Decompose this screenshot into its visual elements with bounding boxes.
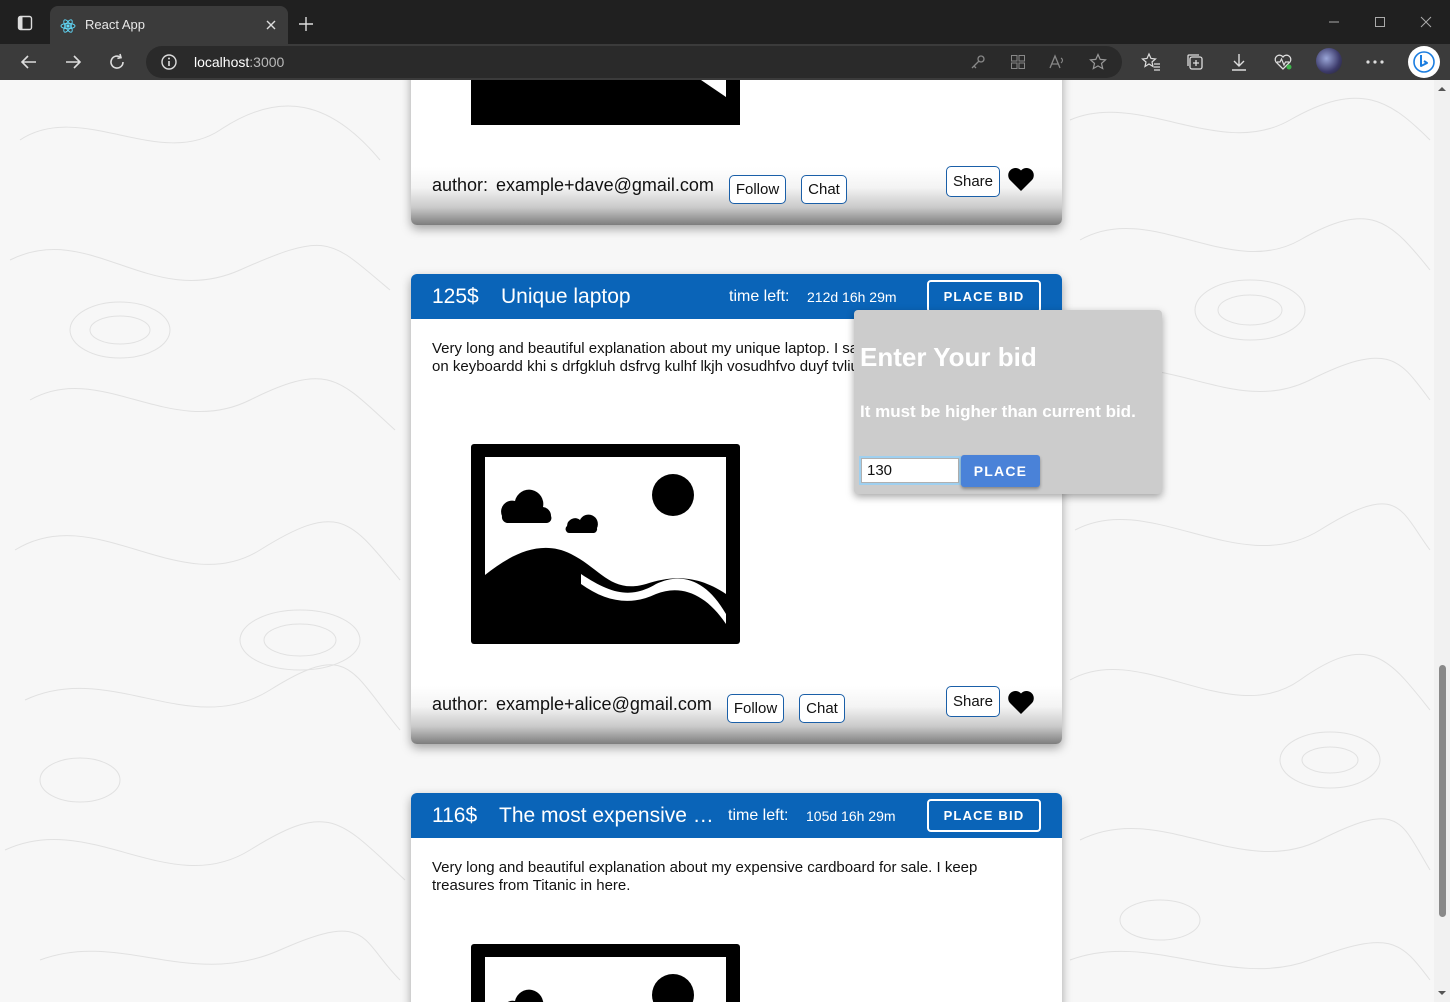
like-heart-icon[interactable] — [1007, 689, 1035, 715]
address-host: localhost — [194, 54, 250, 70]
like-heart-icon[interactable] — [1007, 166, 1035, 192]
image-placeholder-icon — [471, 944, 740, 1002]
page-viewport: author: example+dave@gmail.com Follow Ch… — [0, 80, 1450, 1002]
forward-icon[interactable] — [59, 48, 87, 76]
scroll-up-arrow-icon[interactable] — [1437, 84, 1447, 94]
address-bar[interactable]: localhost:3000 — [146, 46, 1122, 78]
bing-copilot-icon[interactable] — [1408, 46, 1440, 78]
tab-title: React App — [85, 17, 145, 32]
card-footer: author: example+alice@gmail.com Follow C… — [411, 686, 1062, 744]
time-left-value: 105d 16h 29m — [806, 808, 896, 824]
favorite-star-icon[interactable] — [1088, 52, 1108, 72]
collections-icon[interactable] — [1183, 50, 1207, 74]
key-icon[interactable] — [968, 52, 988, 72]
downloads-icon[interactable] — [1227, 50, 1251, 74]
card-price: 116$ — [432, 804, 478, 827]
bid-amount-input[interactable] — [859, 456, 961, 485]
time-left-label: time left: — [729, 288, 790, 305]
close-tab-icon[interactable] — [262, 16, 280, 34]
place-bid-button[interactable]: PLACE BID — [927, 799, 1041, 832]
share-button[interactable]: Share — [946, 166, 1000, 197]
image-placeholder-icon — [471, 444, 740, 644]
minimize-icon[interactable] — [1322, 10, 1346, 34]
place-button[interactable]: PLACE — [961, 455, 1040, 487]
profile-avatar[interactable] — [1316, 48, 1342, 74]
address-port: :3000 — [249, 54, 285, 70]
card-price: 125$ — [432, 285, 479, 308]
new-tab-icon[interactable] — [294, 12, 318, 36]
card-title: Unique laptop — [501, 285, 631, 308]
card-title: The most expensive cardboard — [499, 804, 721, 827]
scrollbar-thumb[interactable] — [1439, 665, 1446, 917]
refresh-icon[interactable] — [103, 48, 131, 76]
more-options-icon[interactable] — [1363, 50, 1387, 74]
author-label: author: — [432, 175, 489, 195]
popup-subtitle: It must be higher than current bid. — [860, 402, 1136, 421]
author-email[interactable]: example+dave@gmail.com — [496, 175, 714, 196]
site-info-icon[interactable] — [160, 53, 178, 71]
follow-button[interactable]: Follow — [729, 175, 786, 204]
place-bid-button[interactable]: PLACE BID — [927, 280, 1041, 313]
share-button[interactable]: Share — [946, 686, 1000, 717]
read-aloud-icon[interactable] — [1048, 52, 1068, 72]
time-left-label: time left: — [728, 807, 789, 824]
maximize-icon[interactable] — [1368, 10, 1392, 34]
author-email[interactable]: example+alice@gmail.com — [496, 694, 712, 715]
browser-tab[interactable]: React App — [50, 6, 288, 44]
card-footer: author: example+dave@gmail.com Follow Ch… — [411, 166, 1062, 225]
bid-popup: Enter Your bid It must be higher than cu… — [854, 310, 1162, 494]
browser-tab-bar: React App — [0, 0, 1450, 44]
browser-toolbar: localhost:3000 — [0, 44, 1450, 80]
card-description: Very long and beautiful explanation abou… — [432, 859, 978, 894]
react-icon — [60, 18, 76, 34]
address-url: localhost:3000 — [194, 54, 284, 70]
image-placeholder-icon — [471, 80, 740, 125]
back-icon[interactable] — [15, 48, 43, 76]
app-available-icon[interactable] — [1008, 52, 1028, 72]
time-left-value: 212d 16h 29m — [807, 289, 897, 305]
author-label: author: — [432, 694, 489, 714]
popup-title: Enter Your bid — [860, 342, 1037, 372]
chat-button[interactable]: Chat — [801, 175, 847, 204]
card-header: 116$ The most expensive cardboard time l… — [411, 793, 1062, 838]
chat-button[interactable]: Chat — [799, 694, 845, 723]
tab-actions-icon[interactable] — [12, 12, 38, 34]
window-close-icon[interactable] — [1414, 10, 1438, 34]
vertical-scrollbar[interactable] — [1434, 80, 1450, 1002]
auction-card-3: 116$ The most expensive cardboard time l… — [411, 793, 1062, 1002]
follow-button[interactable]: Follow — [727, 694, 784, 723]
scroll-down-arrow-icon[interactable] — [1437, 988, 1447, 998]
auction-card-1: author: example+dave@gmail.com Follow Ch… — [411, 80, 1062, 225]
browser-essentials-icon[interactable] — [1271, 50, 1295, 74]
favorites-icon[interactable] — [1139, 50, 1163, 74]
